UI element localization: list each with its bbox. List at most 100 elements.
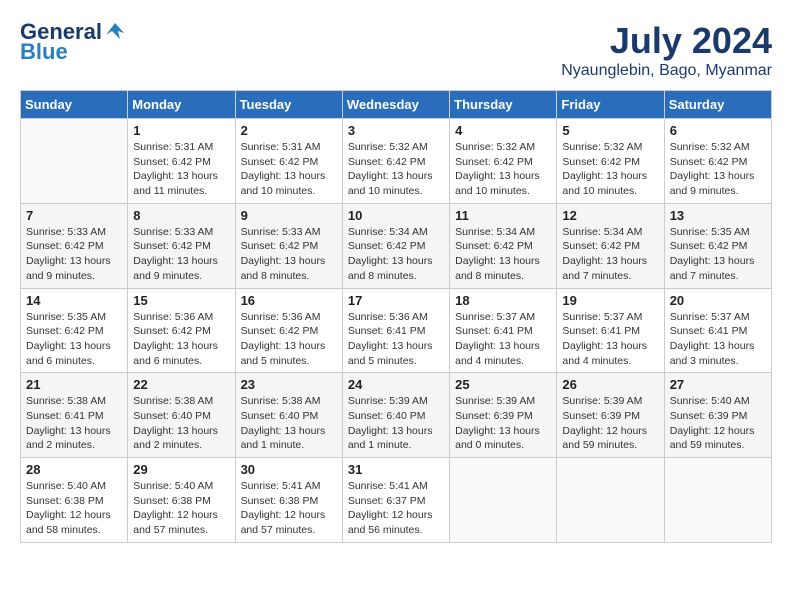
calendar-cell: 19Sunrise: 5:37 AM Sunset: 6:41 PM Dayli…	[557, 288, 664, 373]
day-info: Sunrise: 5:39 AM Sunset: 6:39 PM Dayligh…	[562, 394, 658, 453]
day-number: 28	[26, 462, 122, 477]
calendar-table: SundayMondayTuesdayWednesdayThursdayFrid…	[20, 90, 772, 543]
day-info: Sunrise: 5:32 AM Sunset: 6:42 PM Dayligh…	[562, 140, 658, 199]
calendar-cell: 12 Sunrise: 5:34 AM Sunset: 6:42 PM Dayli…	[557, 203, 664, 288]
calendar-cell: 9 Sunrise: 5:33 AM Sunset: 6:42 PM Daylig…	[235, 203, 342, 288]
calendar-cell: 30 Sunrise: 5:41 AM Sunset: 6:38 PM Dayli…	[235, 458, 342, 543]
day-info: Sunrise: 5:32 AM Sunset: 6:42 PM Dayligh…	[348, 140, 444, 199]
calendar-week-4: 28 Sunrise: 5:40 AM Sunset: 6:38 PM Dayli…	[21, 458, 772, 543]
day-number: 14	[26, 293, 122, 308]
day-number: 8	[133, 208, 229, 223]
calendar-cell: 8 Sunrise: 5:33 AM Sunset: 6:42 PM Daylig…	[128, 203, 235, 288]
page-header: General Blue July 2024 Nyaunglebin, Bago…	[20, 20, 772, 80]
day-number: 7	[26, 208, 122, 223]
day-info: Sunrise: 5:41 AM Sunset: 6:38 PM Dayligh…	[241, 479, 337, 538]
day-info: Sunrise: 5:34 AM Sunset: 6:42 PM Dayligh…	[562, 225, 658, 284]
header-day-tuesday: Tuesday	[235, 91, 342, 119]
day-info: Sunrise: 5:33 AM Sunset: 6:42 PM Dayligh…	[26, 225, 122, 284]
day-number: 3	[348, 123, 444, 138]
day-info: Sunrise: 5:31 AM Sunset: 6:42 PM Dayligh…	[133, 140, 229, 199]
day-number: 30	[241, 462, 337, 477]
day-number: 4	[455, 123, 551, 138]
day-number: 22	[133, 377, 229, 392]
day-number: 24	[348, 377, 444, 392]
day-number: 18	[455, 293, 551, 308]
logo: General Blue	[20, 20, 126, 64]
day-info: Sunrise: 5:37 AM Sunset: 6:41 PM Dayligh…	[455, 310, 551, 369]
calendar-cell: 10Sunrise: 5:34 AM Sunset: 6:42 PM Dayli…	[342, 203, 449, 288]
day-number: 2	[241, 123, 337, 138]
day-number: 12	[562, 208, 658, 223]
title-area: July 2024 Nyaunglebin, Bago, Myanmar	[561, 20, 772, 80]
calendar-week-2: 14 Sunrise: 5:35 AM Sunset: 6:42 PM Dayli…	[21, 288, 772, 373]
header-day-sunday: Sunday	[21, 91, 128, 119]
calendar-cell: 27 Sunrise: 5:40 AM Sunset: 6:39 PM Dayli…	[664, 373, 771, 458]
day-info: Sunrise: 5:35 AM Sunset: 6:42 PM Dayligh…	[26, 310, 122, 369]
location-subtitle: Nyaunglebin, Bago, Myanmar	[561, 62, 772, 80]
day-info: Sunrise: 5:34 AM Sunset: 6:42 PM Dayligh…	[348, 225, 444, 284]
day-info: Sunrise: 5:38 AM Sunset: 6:41 PM Dayligh…	[26, 394, 122, 453]
day-number: 20	[670, 293, 766, 308]
calendar-week-0: 1 Sunrise: 5:31 AM Sunset: 6:42 PM Daylig…	[21, 119, 772, 204]
day-number: 23	[241, 377, 337, 392]
day-number: 13	[670, 208, 766, 223]
day-number: 5	[562, 123, 658, 138]
header-day-saturday: Saturday	[664, 91, 771, 119]
day-info: Sunrise: 5:36 AM Sunset: 6:42 PM Dayligh…	[133, 310, 229, 369]
day-info: Sunrise: 5:34 AM Sunset: 6:42 PM Dayligh…	[455, 225, 551, 284]
day-number: 17	[348, 293, 444, 308]
calendar-cell: 7 Sunrise: 5:33 AM Sunset: 6:42 PM Daylig…	[21, 203, 128, 288]
day-number: 1	[133, 123, 229, 138]
day-number: 31	[348, 462, 444, 477]
calendar-cell: 26 Sunrise: 5:39 AM Sunset: 6:39 PM Dayli…	[557, 373, 664, 458]
day-number: 29	[133, 462, 229, 477]
calendar-cell: 21 Sunrise: 5:38 AM Sunset: 6:41 PM Dayli…	[21, 373, 128, 458]
calendar-week-1: 7 Sunrise: 5:33 AM Sunset: 6:42 PM Daylig…	[21, 203, 772, 288]
header-day-thursday: Thursday	[450, 91, 557, 119]
header-day-friday: Friday	[557, 91, 664, 119]
day-info: Sunrise: 5:40 AM Sunset: 6:38 PM Dayligh…	[26, 479, 122, 538]
day-info: Sunrise: 5:40 AM Sunset: 6:38 PM Dayligh…	[133, 479, 229, 538]
calendar-cell: 20Sunrise: 5:37 AM Sunset: 6:41 PM Dayli…	[664, 288, 771, 373]
day-info: Sunrise: 5:33 AM Sunset: 6:42 PM Dayligh…	[133, 225, 229, 284]
calendar-cell: 14 Sunrise: 5:35 AM Sunset: 6:42 PM Dayli…	[21, 288, 128, 373]
day-number: 9	[241, 208, 337, 223]
day-number: 27	[670, 377, 766, 392]
calendar-cell	[21, 119, 128, 204]
calendar-body: 1 Sunrise: 5:31 AM Sunset: 6:42 PM Daylig…	[21, 119, 772, 543]
calendar-cell: 1 Sunrise: 5:31 AM Sunset: 6:42 PM Daylig…	[128, 119, 235, 204]
calendar-week-3: 21 Sunrise: 5:38 AM Sunset: 6:41 PM Dayli…	[21, 373, 772, 458]
day-number: 16	[241, 293, 337, 308]
day-info: Sunrise: 5:32 AM Sunset: 6:42 PM Dayligh…	[670, 140, 766, 199]
calendar-cell: 5 Sunrise: 5:32 AM Sunset: 6:42 PM Daylig…	[557, 119, 664, 204]
calendar-cell: 15 Sunrise: 5:36 AM Sunset: 6:42 PM Dayli…	[128, 288, 235, 373]
calendar-cell	[664, 458, 771, 543]
calendar-cell: 13 Sunrise: 5:35 AM Sunset: 6:42 PM Dayli…	[664, 203, 771, 288]
logo-blue: Blue	[20, 40, 68, 64]
calendar-cell	[557, 458, 664, 543]
day-info: Sunrise: 5:40 AM Sunset: 6:39 PM Dayligh…	[670, 394, 766, 453]
calendar-cell: 24Sunrise: 5:39 AM Sunset: 6:40 PM Dayli…	[342, 373, 449, 458]
calendar-cell: 4Sunrise: 5:32 AM Sunset: 6:42 PM Daylig…	[450, 119, 557, 204]
day-info: Sunrise: 5:36 AM Sunset: 6:41 PM Dayligh…	[348, 310, 444, 369]
header-day-monday: Monday	[128, 91, 235, 119]
day-number: 6	[670, 123, 766, 138]
logo-bird-icon	[104, 21, 126, 43]
day-number: 21	[26, 377, 122, 392]
month-title: July 2024	[561, 20, 772, 62]
calendar-cell: 3 Sunrise: 5:32 AM Sunset: 6:42 PM Daylig…	[342, 119, 449, 204]
header-row: SundayMondayTuesdayWednesdayThursdayFrid…	[21, 91, 772, 119]
calendar-cell: 23 Sunrise: 5:38 AM Sunset: 6:40 PM Dayli…	[235, 373, 342, 458]
day-info: Sunrise: 5:35 AM Sunset: 6:42 PM Dayligh…	[670, 225, 766, 284]
day-info: Sunrise: 5:38 AM Sunset: 6:40 PM Dayligh…	[133, 394, 229, 453]
day-number: 11	[455, 208, 551, 223]
day-number: 15	[133, 293, 229, 308]
day-info: Sunrise: 5:38 AM Sunset: 6:40 PM Dayligh…	[241, 394, 337, 453]
day-info: Sunrise: 5:41 AM Sunset: 6:37 PM Dayligh…	[348, 479, 444, 538]
day-info: Sunrise: 5:39 AM Sunset: 6:39 PM Dayligh…	[455, 394, 551, 453]
calendar-cell: 22 Sunrise: 5:38 AM Sunset: 6:40 PM Dayli…	[128, 373, 235, 458]
calendar-cell: 11 Sunrise: 5:34 AM Sunset: 6:42 PM Dayli…	[450, 203, 557, 288]
day-number: 26	[562, 377, 658, 392]
day-info: Sunrise: 5:33 AM Sunset: 6:42 PM Dayligh…	[241, 225, 337, 284]
day-number: 25	[455, 377, 551, 392]
